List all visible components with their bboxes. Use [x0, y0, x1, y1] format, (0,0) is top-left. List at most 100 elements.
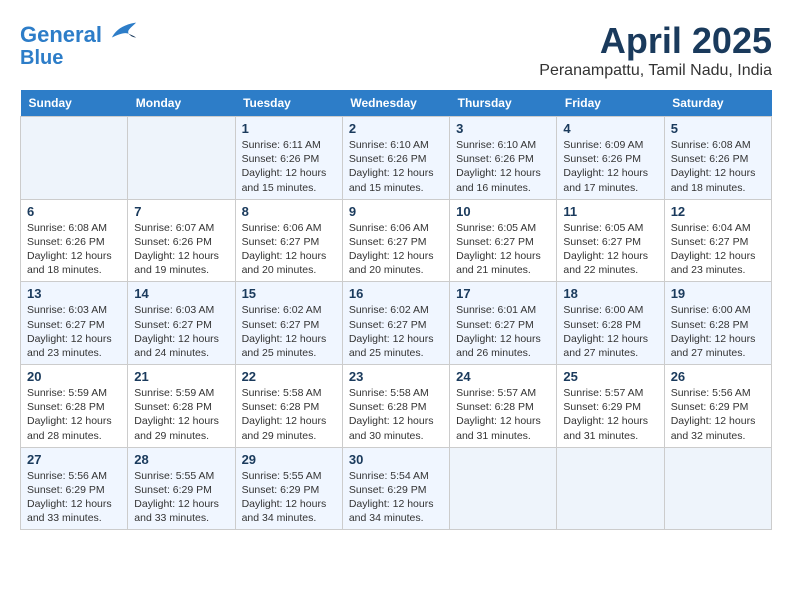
day-info: Sunrise: 5:59 AM Sunset: 6:28 PM Dayligh…	[134, 386, 228, 443]
day-number: 11	[563, 204, 657, 219]
calendar-cell: 18 Sunrise: 6:00 AM Sunset: 6:28 PM Dayli…	[557, 282, 664, 365]
day-info: Sunrise: 6:05 AM Sunset: 6:27 PM Dayligh…	[563, 221, 657, 278]
weekday-header-wednesday: Wednesday	[342, 90, 449, 117]
day-info: Sunrise: 6:02 AM Sunset: 6:27 PM Dayligh…	[349, 303, 443, 360]
weekday-header-row: SundayMondayTuesdayWednesdayThursdayFrid…	[21, 90, 772, 117]
calendar-cell: 11 Sunrise: 6:05 AM Sunset: 6:27 PM Dayli…	[557, 199, 664, 282]
day-info: Sunrise: 6:07 AM Sunset: 6:26 PM Dayligh…	[134, 221, 228, 278]
day-number: 15	[242, 286, 336, 301]
day-info: Sunrise: 5:58 AM Sunset: 6:28 PM Dayligh…	[349, 386, 443, 443]
day-info: Sunrise: 5:56 AM Sunset: 6:29 PM Dayligh…	[671, 386, 765, 443]
calendar-cell: 13 Sunrise: 6:03 AM Sunset: 6:27 PM Dayli…	[21, 282, 128, 365]
day-info: Sunrise: 6:04 AM Sunset: 6:27 PM Dayligh…	[671, 221, 765, 278]
calendar-cell: 23Sunrise: 5:58 AM Sunset: 6:28 PM Dayli…	[342, 365, 449, 448]
day-number: 13	[27, 286, 121, 301]
calendar-cell: 12 Sunrise: 6:04 AM Sunset: 6:27 PM Dayli…	[664, 199, 771, 282]
day-info: Sunrise: 6:05 AM Sunset: 6:27 PM Dayligh…	[456, 221, 550, 278]
day-info: Sunrise: 6:00 AM Sunset: 6:28 PM Dayligh…	[563, 303, 657, 360]
day-info: Sunrise: 5:55 AM Sunset: 6:29 PM Dayligh…	[242, 469, 336, 526]
calendar-cell: 25 Sunrise: 5:57 AM Sunset: 6:29 PM Dayli…	[557, 365, 664, 448]
weekday-header-friday: Friday	[557, 90, 664, 117]
day-number: 30	[349, 452, 443, 467]
logo-line1: General	[20, 22, 102, 47]
day-number: 8	[242, 204, 336, 219]
calendar-cell: 21Sunrise: 5:59 AM Sunset: 6:28 PM Dayli…	[128, 365, 235, 448]
day-number: 12	[671, 204, 765, 219]
day-number: 10	[456, 204, 550, 219]
calendar-week-row: 6Sunrise: 6:08 AM Sunset: 6:26 PM Daylig…	[21, 199, 772, 282]
day-number: 14	[134, 286, 228, 301]
day-number: 19	[671, 286, 765, 301]
calendar-cell: 24Sunrise: 5:57 AM Sunset: 6:28 PM Dayli…	[450, 365, 557, 448]
day-info: Sunrise: 6:00 AM Sunset: 6:28 PM Dayligh…	[671, 303, 765, 360]
day-number: 20	[27, 369, 121, 384]
calendar-cell: 30 Sunrise: 5:54 AM Sunset: 6:29 PM Dayli…	[342, 447, 449, 530]
day-number: 18	[563, 286, 657, 301]
day-info: Sunrise: 6:11 AM Sunset: 6:26 PM Dayligh…	[242, 138, 336, 195]
day-info: Sunrise: 6:08 AM Sunset: 6:26 PM Dayligh…	[27, 221, 121, 278]
day-number: 2	[349, 121, 443, 136]
day-number: 16	[349, 286, 443, 301]
calendar-cell: 14 Sunrise: 6:03 AM Sunset: 6:27 PM Dayli…	[128, 282, 235, 365]
day-info: Sunrise: 6:08 AM Sunset: 6:26 PM Dayligh…	[671, 138, 765, 195]
day-info: Sunrise: 6:06 AM Sunset: 6:27 PM Dayligh…	[349, 221, 443, 278]
calendar-cell: 4 Sunrise: 6:09 AM Sunset: 6:26 PM Daylig…	[557, 117, 664, 200]
weekday-header-tuesday: Tuesday	[235, 90, 342, 117]
logo-text: General	[20, 20, 138, 47]
calendar-cell: 17 Sunrise: 6:01 AM Sunset: 6:27 PM Dayli…	[450, 282, 557, 365]
day-info: Sunrise: 6:02 AM Sunset: 6:27 PM Dayligh…	[242, 303, 336, 360]
calendar-cell: 8 Sunrise: 6:06 AM Sunset: 6:27 PM Daylig…	[235, 199, 342, 282]
calendar-cell: 20 Sunrise: 5:59 AM Sunset: 6:28 PM Dayli…	[21, 365, 128, 448]
day-info: Sunrise: 6:03 AM Sunset: 6:27 PM Dayligh…	[134, 303, 228, 360]
day-info: Sunrise: 5:59 AM Sunset: 6:28 PM Dayligh…	[27, 386, 121, 443]
calendar-cell	[450, 447, 557, 530]
calendar-cell: 6Sunrise: 6:08 AM Sunset: 6:26 PM Daylig…	[21, 199, 128, 282]
day-number: 1	[242, 121, 336, 136]
weekday-header-monday: Monday	[128, 90, 235, 117]
logo: General Blue	[20, 20, 138, 69]
calendar-cell: 1 Sunrise: 6:11 AM Sunset: 6:26 PM Daylig…	[235, 117, 342, 200]
day-number: 4	[563, 121, 657, 136]
day-info: Sunrise: 5:57 AM Sunset: 6:29 PM Dayligh…	[563, 386, 657, 443]
day-info: Sunrise: 6:01 AM Sunset: 6:27 PM Dayligh…	[456, 303, 550, 360]
location-title: Peranampattu, Tamil Nadu, India	[539, 62, 772, 80]
day-number: 22	[242, 369, 336, 384]
day-info: Sunrise: 6:03 AM Sunset: 6:27 PM Dayligh…	[27, 303, 121, 360]
calendar-cell: 28Sunrise: 5:55 AM Sunset: 6:29 PM Dayli…	[128, 447, 235, 530]
calendar-cell	[557, 447, 664, 530]
calendar-cell: 22 Sunrise: 5:58 AM Sunset: 6:28 PM Dayli…	[235, 365, 342, 448]
calendar-cell	[21, 117, 128, 200]
day-info: Sunrise: 5:54 AM Sunset: 6:29 PM Dayligh…	[349, 469, 443, 526]
calendar-cell: 2Sunrise: 6:10 AM Sunset: 6:26 PM Daylig…	[342, 117, 449, 200]
calendar-cell: 10 Sunrise: 6:05 AM Sunset: 6:27 PM Dayli…	[450, 199, 557, 282]
logo-line2: Blue	[20, 47, 138, 69]
day-number: 7	[134, 204, 228, 219]
calendar-cell	[128, 117, 235, 200]
day-info: Sunrise: 5:58 AM Sunset: 6:28 PM Dayligh…	[242, 386, 336, 443]
calendar-week-row: 27Sunrise: 5:56 AM Sunset: 6:29 PM Dayli…	[21, 447, 772, 530]
day-number: 28	[134, 452, 228, 467]
weekday-header-saturday: Saturday	[664, 90, 771, 117]
calendar-week-row: 13 Sunrise: 6:03 AM Sunset: 6:27 PM Dayli…	[21, 282, 772, 365]
day-number: 29	[242, 452, 336, 467]
month-title: April 2025	[539, 20, 772, 62]
day-number: 25	[563, 369, 657, 384]
day-info: Sunrise: 6:09 AM Sunset: 6:26 PM Dayligh…	[563, 138, 657, 195]
weekday-header-sunday: Sunday	[21, 90, 128, 117]
day-number: 27	[27, 452, 121, 467]
day-number: 17	[456, 286, 550, 301]
title-block: April 2025 Peranampattu, Tamil Nadu, Ind…	[539, 20, 772, 80]
calendar-cell: 5 Sunrise: 6:08 AM Sunset: 6:26 PM Daylig…	[664, 117, 771, 200]
weekday-header-thursday: Thursday	[450, 90, 557, 117]
day-info: Sunrise: 6:06 AM Sunset: 6:27 PM Dayligh…	[242, 221, 336, 278]
calendar-cell: 9 Sunrise: 6:06 AM Sunset: 6:27 PM Daylig…	[342, 199, 449, 282]
day-number: 9	[349, 204, 443, 219]
calendar-cell: 27Sunrise: 5:56 AM Sunset: 6:29 PM Dayli…	[21, 447, 128, 530]
calendar-week-row: 20 Sunrise: 5:59 AM Sunset: 6:28 PM Dayli…	[21, 365, 772, 448]
logo-bird-icon	[110, 20, 138, 42]
calendar-cell	[664, 447, 771, 530]
day-number: 26	[671, 369, 765, 384]
calendar-cell: 16 Sunrise: 6:02 AM Sunset: 6:27 PM Dayli…	[342, 282, 449, 365]
calendar-week-row: 1 Sunrise: 6:11 AM Sunset: 6:26 PM Daylig…	[21, 117, 772, 200]
day-number: 5	[671, 121, 765, 136]
